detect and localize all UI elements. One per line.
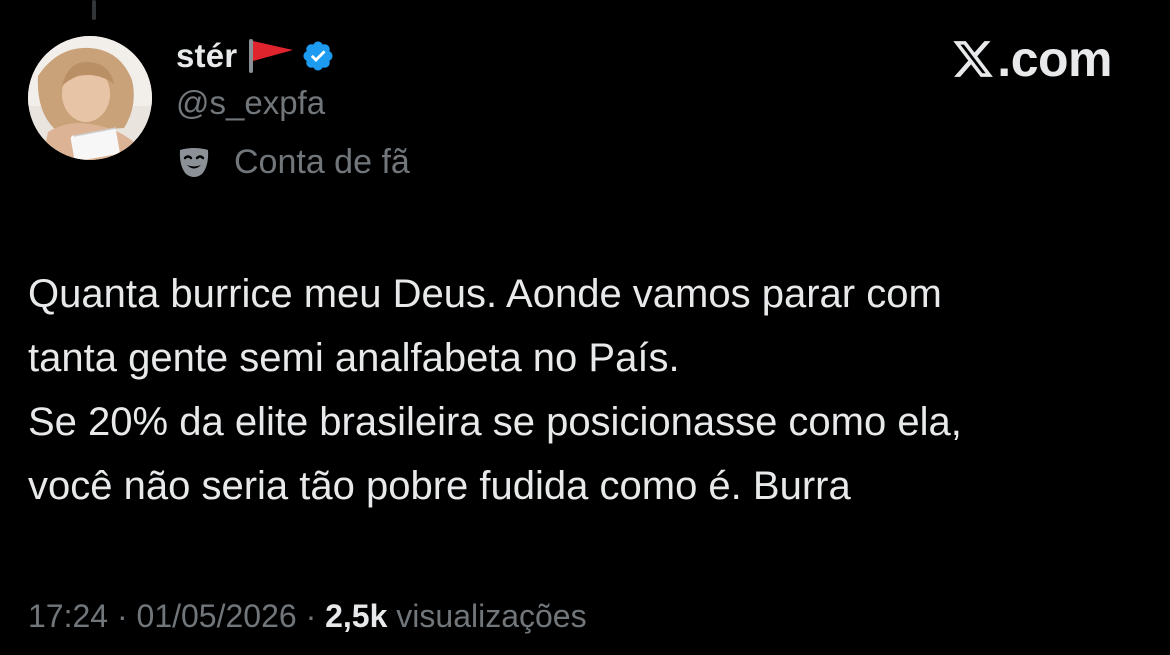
tweet-text-line: Quanta burrice meu Deus. Aonde vamos par… (28, 272, 942, 316)
meta-separator: · (305, 598, 317, 634)
tweet-text: Quanta burrice meu Deus. Aonde vamos par… (28, 262, 1148, 518)
tweet-text-line: você não seria tão pobre fudida como é. … (28, 464, 851, 508)
brand-watermark: .com (951, 30, 1112, 88)
tweet-date[interactable]: 01/05/2026 (137, 598, 297, 634)
meta-separator: · (116, 598, 128, 634)
tweet-text-line: Se 20% da elite brasileira se posicionas… (28, 400, 962, 444)
tweet-text-line: tanta gente semi analfabeta no País. (28, 336, 680, 380)
author-handle[interactable]: @s_expfa (176, 84, 325, 122)
avatar-image (28, 36, 152, 160)
performing-arts-mask-icon (176, 144, 212, 180)
brand-domain-text: .com (997, 31, 1112, 87)
red-flag-icon (245, 37, 297, 75)
views-label: visualizações (396, 598, 587, 634)
tweet-time[interactable]: 17:24 (28, 598, 108, 634)
avatar[interactable] (28, 36, 152, 160)
x-logo-icon (953, 41, 994, 77)
tweet-meta: 17:24 · 01/05/2026 · 2,5k visualizações (28, 598, 587, 635)
verified-badge-icon[interactable] (301, 39, 335, 73)
author-display-name[interactable]: stér (176, 37, 237, 75)
thread-connector-line (92, 0, 96, 20)
author-name-row[interactable]: stér (176, 34, 335, 78)
account-label-text: Conta de fã (234, 142, 410, 181)
account-label: Conta de fã (176, 140, 410, 184)
views-count[interactable]: 2,5k (325, 598, 387, 634)
